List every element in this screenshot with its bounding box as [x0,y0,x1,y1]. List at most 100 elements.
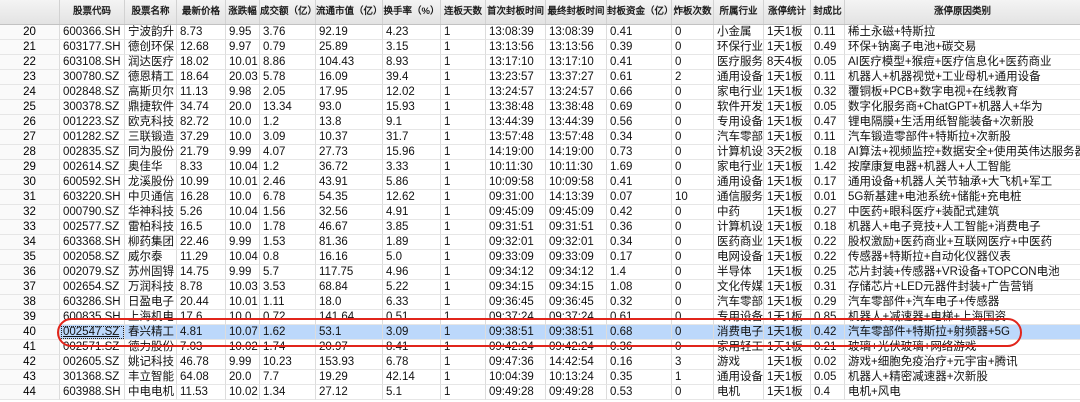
table-row[interactable]: 21 603177.SH 德创环保 12.68 9.97 0.79 25.89 3.15 1 13… [0,40,1080,55]
consecutive-days-cell[interactable]: 1 [441,385,486,400]
column-header-first-seal-time[interactable]: 首次封板时间 [486,0,546,24]
latest-price-cell[interactable]: 18.64 [177,70,226,85]
float-market-cap-cell[interactable]: 93.0 [316,100,383,115]
industry-cell[interactable]: 消费电子 [714,325,764,340]
float-market-cap-cell[interactable]: 17.95 [316,85,383,100]
consecutive-days-cell[interactable]: 1 [441,340,486,355]
final-seal-time-cell[interactable]: 13:44:39 [546,115,607,130]
first-seal-time-cell[interactable]: 13:23:57 [486,70,546,85]
latest-price-cell[interactable]: 10.99 [177,175,226,190]
latest-price-cell[interactable]: 12.68 [177,40,226,55]
industry-cell[interactable]: 汽车零部件 [714,295,764,310]
seal-fund-cell[interactable]: 0.66 [607,85,672,100]
final-seal-time-cell[interactable]: 09:37:24 [546,310,607,325]
turnover-amount-cell[interactable]: 13.34 [260,100,316,115]
limit-reason-cell[interactable]: 机器人+电子竞技+人工智能+消费电子 [845,220,1080,235]
limit-stats-cell[interactable]: 1天1板 [764,115,811,130]
seal-fund-cell[interactable]: 1.4 [607,265,672,280]
table-row[interactable]: 44 603988.SH 中电电机 11.53 10.02 1.34 27.12 5.1 1 09… [0,385,1080,400]
seal-fund-cell[interactable]: 0.61 [607,70,672,85]
change-pct-cell[interactable]: 9.95 [226,25,260,40]
break-count-cell[interactable]: 0 [672,325,714,340]
table-row[interactable]: 43 301368.SZ 丰立智能 64.08 20.0 7.7 19.29 42.14 1 10… [0,370,1080,385]
seal-fund-cell[interactable]: 0.32 [607,295,672,310]
stock-name-cell[interactable]: 鼎捷软件 [125,100,177,115]
table-row[interactable]: 30 600592.SH 龙溪股份 10.99 10.01 2.46 43.91 5.86 1 1… [0,175,1080,190]
final-seal-time-cell[interactable]: 09:34:15 [546,280,607,295]
stock-code-cell[interactable]: 002058.SZ [60,250,125,265]
float-market-cap-cell[interactable]: 20.97 [316,340,383,355]
turnover-rate-cell[interactable]: 6.33 [383,295,441,310]
industry-cell[interactable]: 游戏 [714,355,764,370]
stock-code-cell[interactable]: 600835.SH [60,310,125,325]
turnover-rate-cell[interactable]: 3.15 [383,40,441,55]
limit-stats-cell[interactable]: 1天1板 [764,340,811,355]
limit-reason-cell[interactable]: 股权激励+医药商业+互联网医疗+中医药 [845,235,1080,250]
stock-code-cell[interactable]: 001282.SZ [60,130,125,145]
first-seal-time-cell[interactable]: 09:34:12 [486,265,546,280]
limit-reason-cell[interactable]: 电机+风电 [845,385,1080,400]
industry-cell[interactable]: 电机 [714,385,764,400]
first-seal-time-cell[interactable]: 13:44:39 [486,115,546,130]
break-count-cell[interactable]: 0 [672,205,714,220]
industry-cell[interactable]: 电网设备 [714,250,764,265]
industry-cell[interactable]: 计算机设 [714,145,764,160]
table-row[interactable]: 35 002058.SZ 威尔泰 11.29 10.04 0.8 16.16 5.0 1 09:3… [0,250,1080,265]
turnover-amount-cell[interactable]: 2.05 [260,85,316,100]
limit-reason-cell[interactable]: 机器人+精密减速器+次新股 [845,370,1080,385]
seal-ratio-cell[interactable]: 0.05 [811,55,845,70]
first-seal-time-cell[interactable]: 10:09:58 [486,175,546,190]
first-seal-time-cell[interactable]: 13:38:48 [486,100,546,115]
float-market-cap-cell[interactable]: 36.72 [316,160,383,175]
seal-fund-cell[interactable]: 0.42 [607,205,672,220]
stock-code-cell[interactable]: 603220.SH [60,190,125,205]
stock-code-cell[interactable]: 300378.SZ [60,100,125,115]
first-seal-time-cell[interactable]: 09:31:51 [486,220,546,235]
latest-price-cell[interactable]: 20.44 [177,295,226,310]
stock-code-cell[interactable]: 002654.SZ [60,280,125,295]
limit-reason-cell[interactable]: AI医疗模型+猴痘+医疗信息化+医药商业 [845,55,1080,70]
latest-price-cell[interactable]: 34.74 [177,100,226,115]
consecutive-days-cell[interactable]: 1 [441,175,486,190]
latest-price-cell[interactable]: 16.5 [177,220,226,235]
break-count-cell[interactable]: 10 [672,190,714,205]
column-header-break-count[interactable]: 炸板次数 [672,0,714,24]
industry-cell[interactable]: 通用设备 [714,370,764,385]
float-market-cap-cell[interactable]: 16.09 [316,70,383,85]
turnover-rate-cell[interactable]: 3.33 [383,160,441,175]
turnover-amount-cell[interactable]: 1.11 [260,295,316,310]
table-row-selected[interactable]: 40 002547.SZ 春兴精工 4.81 10.07 1.62 53.1 3.09 1 09:… [0,325,1080,340]
limit-reason-cell[interactable]: 覆铜板+PCB+数字电视+在线教育 [845,85,1080,100]
limit-stats-cell[interactable]: 1天1板 [764,310,811,325]
seal-fund-cell[interactable]: 0.16 [607,355,672,370]
industry-cell[interactable]: 通用设备 [714,70,764,85]
latest-price-cell[interactable]: 14.75 [177,265,226,280]
final-seal-time-cell[interactable]: 14:19:00 [546,145,607,160]
stock-name-cell[interactable]: 上海机电 [125,310,177,325]
float-market-cap-cell[interactable]: 32.56 [316,205,383,220]
latest-price-cell[interactable]: 8.78 [177,280,226,295]
turnover-amount-cell[interactable]: 4.07 [260,145,316,160]
turnover-rate-cell[interactable]: 15.93 [383,100,441,115]
float-market-cap-cell[interactable]: 153.93 [316,355,383,370]
column-header-limit-stats[interactable]: 涨停统计 [764,0,811,24]
seal-fund-cell[interactable]: 0.56 [607,115,672,130]
first-seal-time-cell[interactable]: 09:34:15 [486,280,546,295]
float-market-cap-cell[interactable]: 27.12 [316,385,383,400]
turnover-rate-cell[interactable]: 6.78 [383,355,441,370]
seal-ratio-cell[interactable]: 0.32 [811,85,845,100]
change-pct-cell[interactable]: 10.0 [226,130,260,145]
seal-fund-cell[interactable]: 0.07 [607,190,672,205]
stock-code-cell[interactable]: 600592.SH [60,175,125,190]
seal-fund-cell[interactable]: 1.69 [607,160,672,175]
break-count-cell[interactable]: 0 [672,85,714,100]
stock-name-cell[interactable]: 万润科技 [125,280,177,295]
final-seal-time-cell[interactable]: 13:38:48 [546,100,607,115]
stock-name-cell[interactable]: 柳药集团 [125,235,177,250]
turnover-rate-cell[interactable]: 5.1 [383,385,441,400]
latest-price-cell[interactable]: 8.33 [177,160,226,175]
stock-code-cell[interactable]: 002614.SZ [60,160,125,175]
seal-ratio-cell[interactable]: 0.29 [811,295,845,310]
limit-reason-cell[interactable]: 机器人+减速器+电梯+上海国资 [845,310,1080,325]
latest-price-cell[interactable]: 22.46 [177,235,226,250]
